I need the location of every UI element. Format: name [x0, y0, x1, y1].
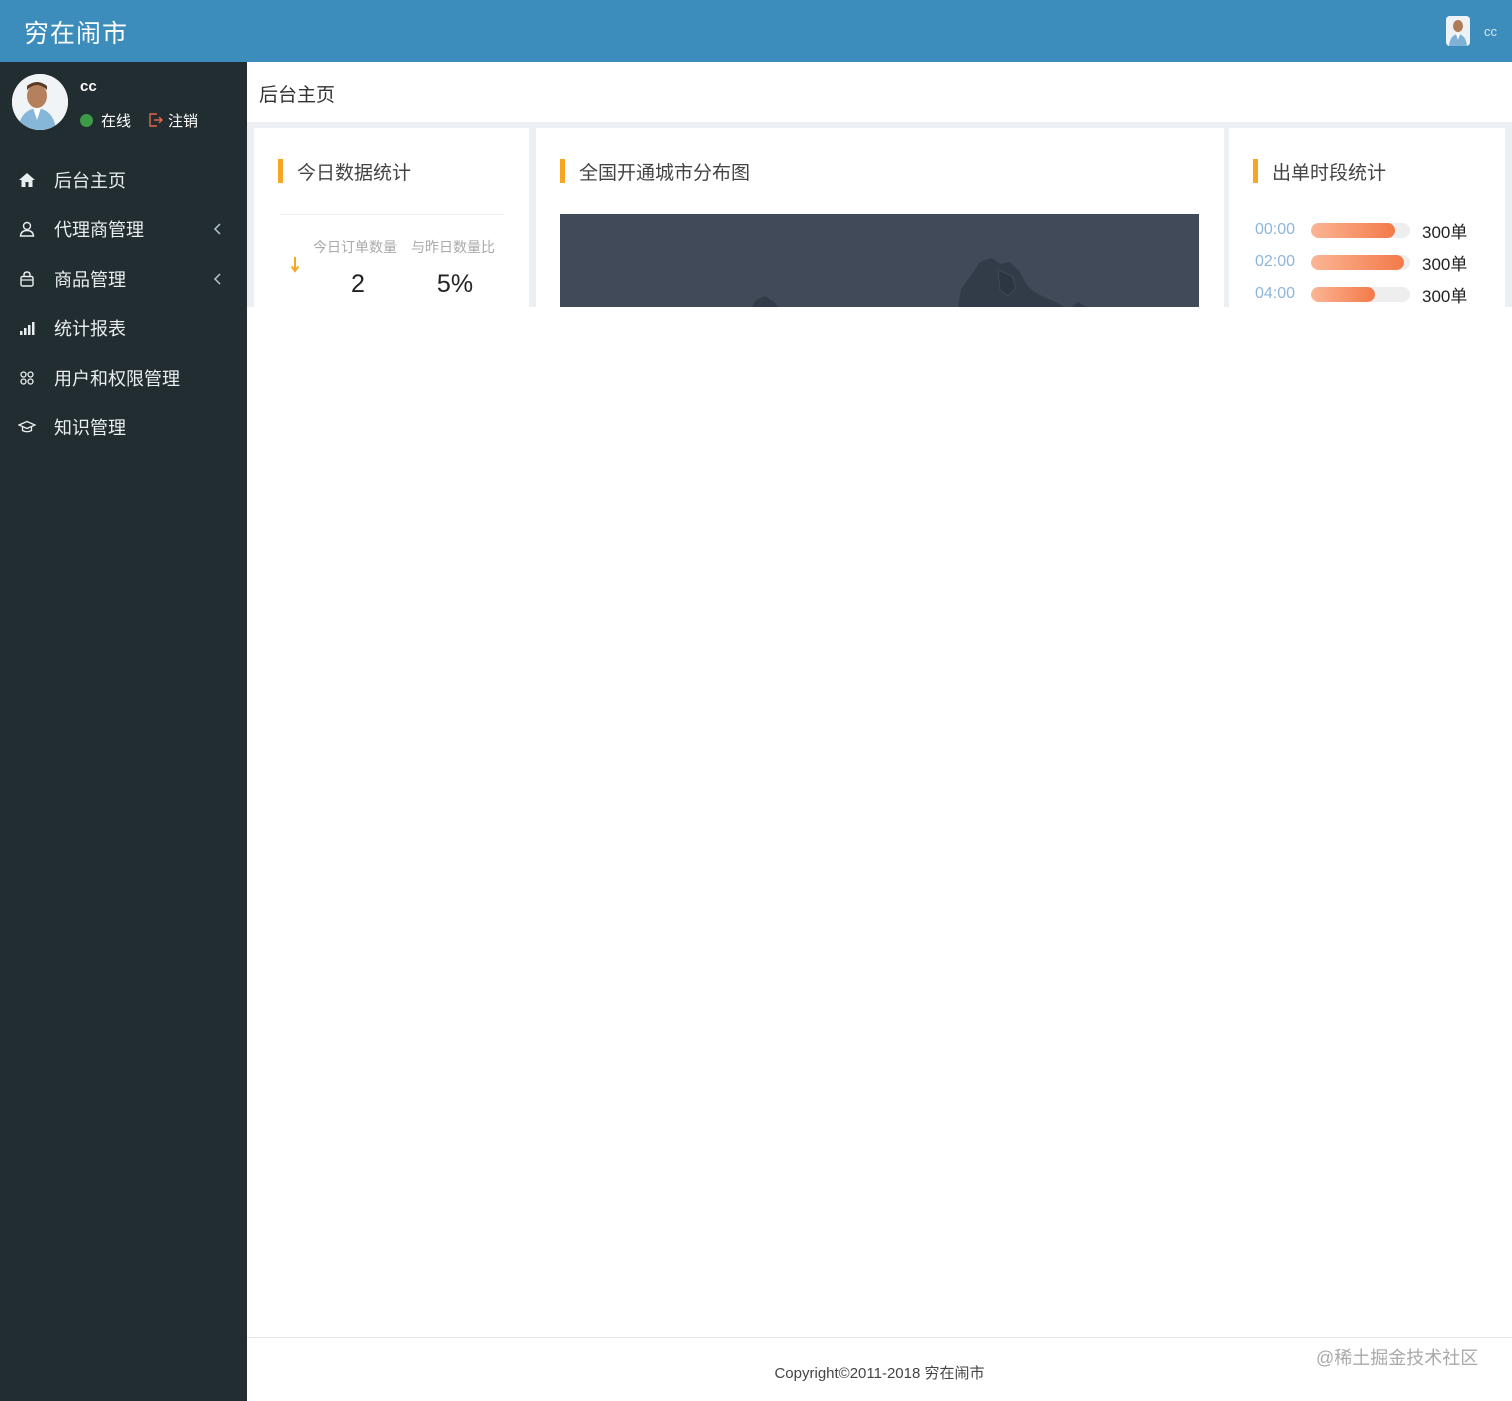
- compare-header: 与昨日数量比: [411, 239, 495, 255]
- user-panel: cc 在线 注销: [0, 62, 247, 152]
- bag-icon: [20, 271, 34, 287]
- card-gutter: [1505, 128, 1512, 307]
- city-map-title: 全国开通城市分布图: [579, 162, 751, 184]
- card-title: 全国开通城市分布图: [560, 159, 751, 184]
- map-region: [1072, 302, 1086, 307]
- logout-icon: [149, 113, 164, 127]
- user-avatar: [12, 74, 68, 130]
- grid-icon: [20, 371, 34, 385]
- city-map-card: 全国开通城市分布图: [536, 128, 1224, 307]
- today-stats-title: 今日数据统计: [297, 162, 412, 184]
- sidebar-item-products[interactable]: 商品管理: [0, 254, 247, 304]
- progress-bar: [1311, 286, 1410, 302]
- main-content: 后台主页 今日数据统计 今日订单数量 与昨日数量比 2 5% 全国开通城市分布图: [247, 62, 1512, 1401]
- progress-fill: [1311, 254, 1405, 270]
- card-gutter: [247, 128, 254, 307]
- sidebar-item-label: 商品管理: [54, 269, 126, 290]
- sidebar-item-knowledge[interactable]: 知识管理: [0, 403, 247, 453]
- header-avatar[interactable]: [1446, 16, 1470, 46]
- sidebar-item-reports[interactable]: 统计报表: [0, 304, 247, 354]
- online-status-label: 在线: [101, 112, 132, 130]
- sidebar-item-label: 代理商管理: [54, 220, 144, 241]
- order-count-label: 300单: [1422, 222, 1468, 242]
- progress-bar: [1311, 222, 1410, 238]
- sidebar-item-label: 统计报表: [54, 319, 126, 340]
- watermark: @稀土掘金技术社区: [1316, 1348, 1479, 1368]
- title-accent-bar: [560, 159, 565, 183]
- user-status-row: 在线 注销: [80, 110, 198, 130]
- sidebar-item-label: 知识管理: [54, 418, 126, 439]
- card-divider: [280, 214, 504, 215]
- brand-logo[interactable]: 穷在闹市: [24, 14, 128, 50]
- time-slot-row: 02:00 300单: [1255, 251, 1468, 274]
- sidebar-item-label: 用户和权限管理: [54, 368, 180, 389]
- china-map[interactable]: [560, 214, 1199, 307]
- order-time-title: 出单时段统计: [1272, 162, 1387, 184]
- compare-value: 5%: [436, 270, 474, 298]
- sidebar-item-home[interactable]: 后台主页: [0, 155, 247, 205]
- sidebar-item-users-permissions[interactable]: 用户和权限管理: [0, 353, 247, 403]
- card-gutter: [529, 128, 536, 307]
- header-username[interactable]: cc: [1484, 24, 1497, 39]
- chevron-left-icon: [213, 273, 221, 285]
- top-header: 穷在闹市 cc: [0, 0, 1512, 62]
- order-count-label: 300单: [1422, 254, 1468, 274]
- page-title: 后台主页: [259, 85, 336, 106]
- time-slot-row: 00:00 300单: [1255, 219, 1468, 242]
- user-icon: [19, 222, 35, 237]
- today-stats-card: 今日数据统计 今日订单数量 与昨日数量比 2 5%: [254, 128, 529, 307]
- order-count-value: 2: [351, 270, 365, 298]
- logout-button[interactable]: 注销: [147, 110, 198, 131]
- sidebar: cc 在线 注销 后台主页 代理商管理 商品管理 统计报表 用户和权限管理 知识…: [0, 62, 247, 1401]
- content-header: 后台主页: [247, 62, 1512, 122]
- sidebar-item-agents[interactable]: 代理商管理: [0, 205, 247, 255]
- time-slot-label: 02:00: [1255, 253, 1296, 270]
- home-icon: [19, 172, 35, 187]
- progress-fill: [1311, 286, 1376, 302]
- chevron-left-icon: [213, 223, 221, 235]
- online-status-dot: [80, 113, 93, 127]
- sidebar-item-label: 后台主页: [54, 170, 126, 191]
- arrow-down-icon: [290, 257, 300, 273]
- time-slot-row: 04:00 300单: [1255, 283, 1468, 306]
- time-slot-label: 04:00: [1255, 285, 1296, 302]
- title-accent-bar: [278, 159, 283, 183]
- user-name: cc: [80, 78, 97, 95]
- graduation-cap-icon: [18, 421, 36, 433]
- progress-bar: [1311, 254, 1410, 270]
- bar-chart-icon: [20, 322, 35, 336]
- card-title: 今日数据统计: [278, 159, 412, 184]
- card-title: 出单时段统计: [1253, 159, 1387, 184]
- time-slot-label: 00:00: [1255, 221, 1296, 238]
- order-count-header: 今日订单数量: [313, 239, 397, 255]
- map-region: [752, 296, 778, 307]
- logout-label: 注销: [168, 112, 199, 130]
- order-time-card: 出单时段统计 00:00 300单 02:00 300单 04:00 300单: [1229, 128, 1505, 307]
- title-accent-bar: [1253, 159, 1258, 183]
- sidebar-menu: 后台主页 代理商管理 商品管理 统计报表 用户和权限管理 知识管理: [0, 155, 247, 452]
- progress-fill: [1311, 222, 1396, 238]
- order-count-label: 300单: [1422, 286, 1468, 306]
